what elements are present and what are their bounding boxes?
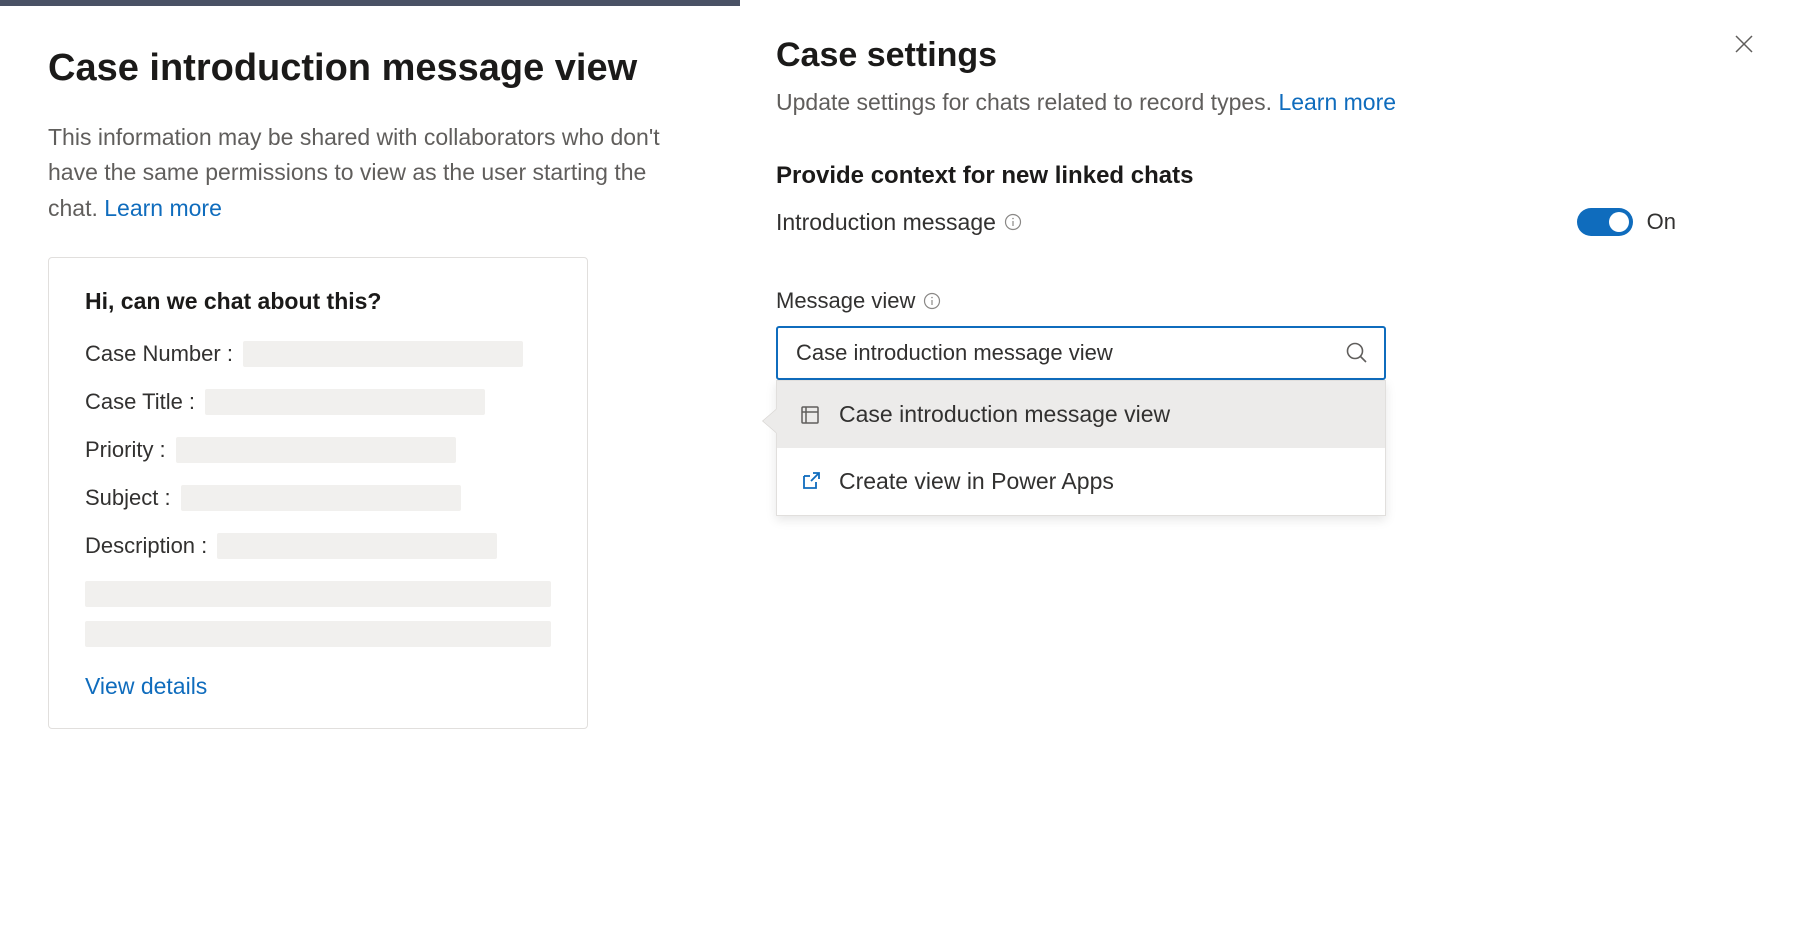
toggle-state-label: On (1647, 209, 1676, 235)
field-row-priority: Priority : (85, 437, 551, 463)
preview-title: Case introduction message view (48, 46, 692, 92)
intro-message-toggle[interactable] (1577, 208, 1633, 236)
intro-message-label-text: Introduction message (776, 209, 996, 236)
message-view-lookup: Case introduction message view Create vi… (776, 326, 1386, 380)
view-details-link[interactable]: View details (85, 673, 207, 700)
section-heading: Provide context for new linked chats (776, 162, 1760, 190)
settings-subtitle: Update settings for chats related to rec… (776, 89, 1760, 116)
field-placeholder (217, 533, 497, 559)
dropdown-option-create-view[interactable]: Create view in Power Apps (777, 448, 1385, 515)
settings-subtitle-text: Update settings for chats related to rec… (776, 89, 1278, 115)
field-placeholder (85, 581, 551, 607)
settings-panel: Case settings Update settings for chats … (740, 0, 1800, 940)
message-view-label-text: Message view (776, 288, 915, 314)
toggle-group: On (1577, 208, 1676, 236)
field-placeholder (85, 621, 551, 647)
close-icon (1732, 43, 1756, 60)
dropdown-option-case-intro-view[interactable]: Case introduction message view (777, 381, 1385, 448)
preview-learn-more-link[interactable]: Learn more (104, 195, 222, 221)
dropdown-option-label: Case introduction message view (839, 401, 1170, 428)
message-view-input[interactable] (776, 326, 1386, 380)
field-placeholder (181, 485, 461, 511)
field-label-description: Description : (85, 533, 207, 559)
field-label-case-title: Case Title : (85, 389, 195, 415)
field-placeholder (176, 437, 456, 463)
intro-message-row: Introduction message On (776, 208, 1676, 236)
toggle-knob (1609, 212, 1629, 232)
preview-card-greeting: Hi, can we chat about this? (85, 288, 551, 315)
info-icon[interactable] (1004, 213, 1022, 231)
settings-title: Case settings (776, 36, 1760, 75)
field-label-subject: Subject : (85, 485, 171, 511)
field-row-case-title: Case Title : (85, 389, 551, 415)
preview-description: This information may be shared with coll… (48, 120, 688, 227)
field-row-subject: Subject : (85, 485, 551, 511)
field-label-priority: Priority : (85, 437, 166, 463)
message-view-caption: Message view (776, 288, 1760, 314)
message-view-dropdown: Case introduction message view Create vi… (776, 380, 1386, 516)
field-placeholder (243, 341, 523, 367)
dropdown-option-label: Create view in Power Apps (839, 468, 1114, 495)
field-row-case-number: Case Number : (85, 341, 551, 367)
callout-pointer (763, 409, 777, 433)
close-button[interactable] (1732, 32, 1762, 62)
search-icon[interactable] (1344, 340, 1370, 366)
settings-learn-more-link[interactable]: Learn more (1278, 89, 1396, 115)
info-icon[interactable] (923, 292, 941, 310)
intro-message-label: Introduction message (776, 209, 1022, 236)
field-label-case-number: Case Number : (85, 341, 233, 367)
view-icon (799, 404, 821, 426)
field-row-description: Description : (85, 533, 551, 559)
open-external-icon (799, 471, 821, 493)
preview-card: Hi, can we chat about this? Case Number … (48, 257, 588, 729)
field-placeholder (205, 389, 485, 415)
preview-panel: Case introduction message view This info… (0, 0, 740, 940)
